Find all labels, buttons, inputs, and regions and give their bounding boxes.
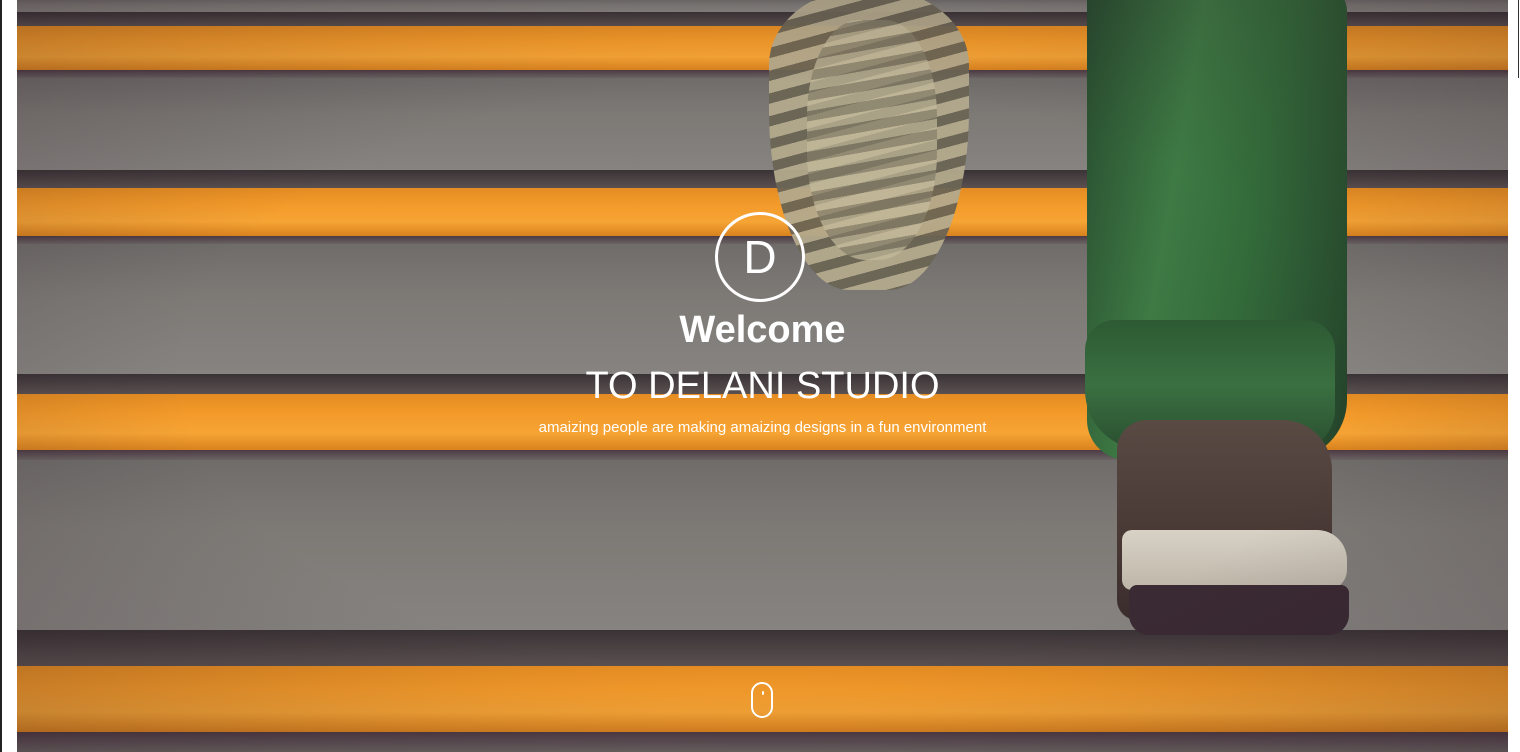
tagline: amaizing people are making amaizing desi…: [538, 419, 987, 436]
studio-title: TO DELANI STUDIO: [585, 365, 940, 407]
right-gutter: [1508, 0, 1520, 752]
logo-letter: D: [743, 231, 777, 283]
mouse-scroll-icon[interactable]: [751, 682, 773, 718]
logo: D: [715, 212, 805, 302]
scroll-wheel-dot: [762, 691, 764, 695]
hero-section: D Welcome TO DELANI STUDIO amaizing peop…: [17, 0, 1508, 752]
shoe-sole-tread: [807, 20, 937, 260]
stair-lip: [17, 630, 1508, 666]
scrollbar-edge: [1518, 0, 1519, 78]
left-border: [0, 0, 2, 752]
sneaker-sole: [1122, 530, 1347, 590]
stair-shadow: [17, 732, 1508, 752]
page: D Welcome TO DELANI STUDIO amaizing peop…: [0, 0, 1520, 752]
welcome-heading: Welcome: [679, 309, 846, 351]
sneaker-bottom: [1129, 585, 1349, 635]
